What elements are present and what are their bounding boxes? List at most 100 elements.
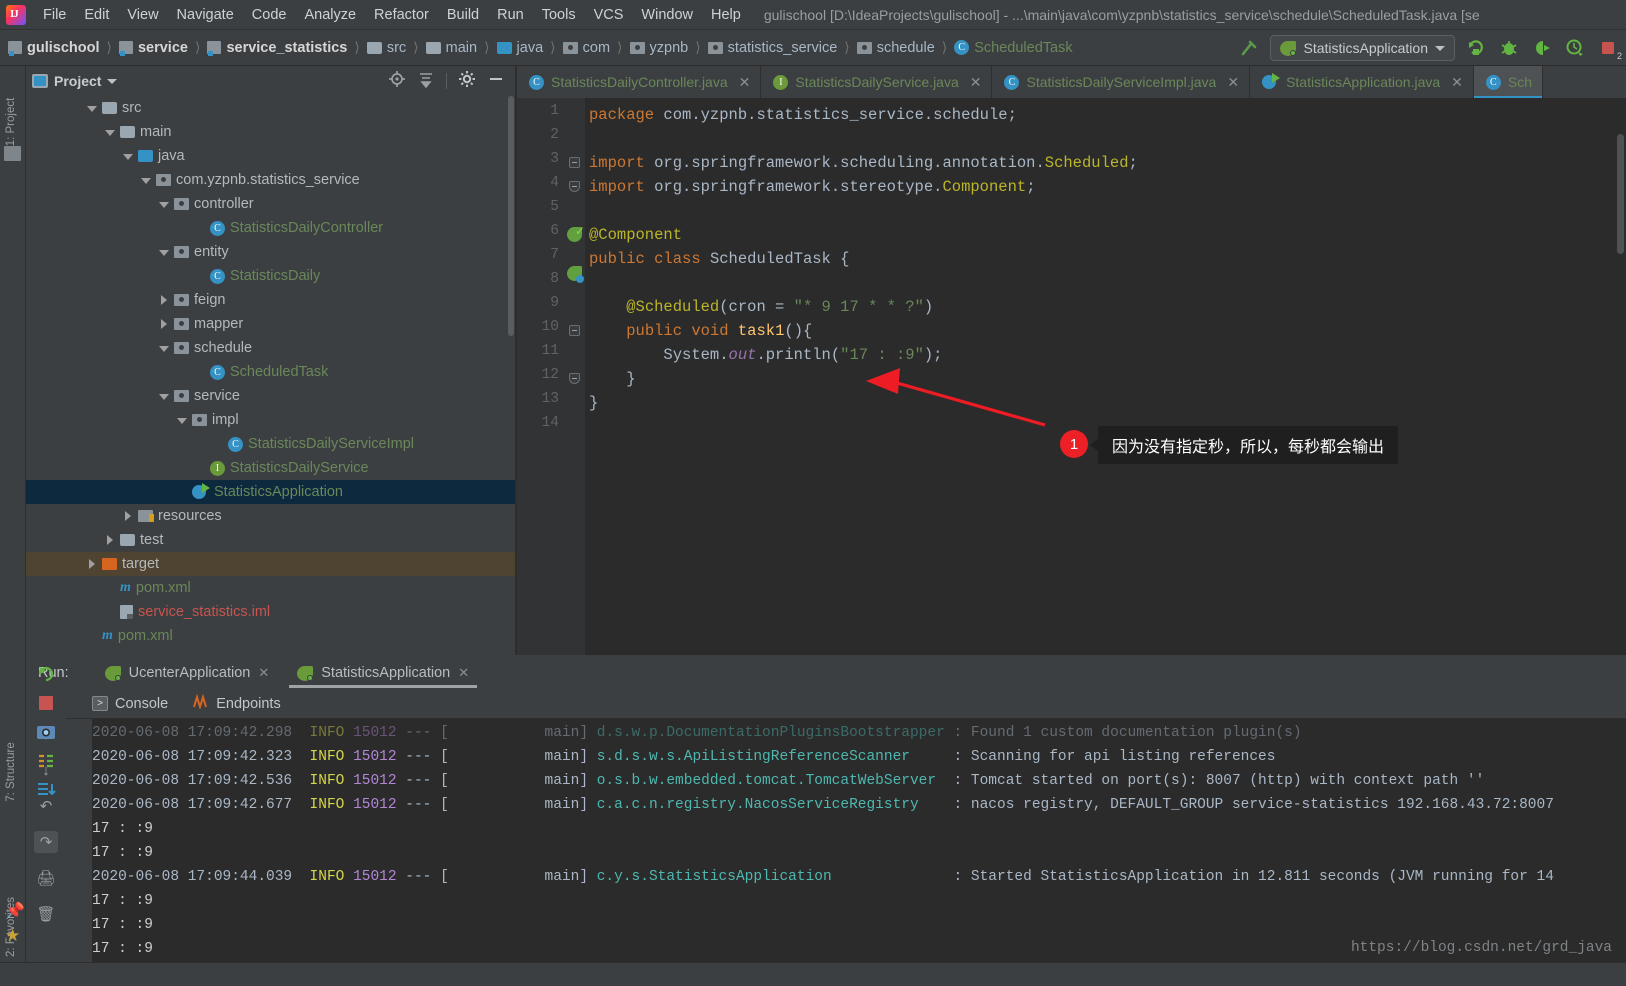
export-icon[interactable]: [33, 778, 59, 802]
close-icon[interactable]: ✕: [258, 665, 269, 681]
locate-icon[interactable]: [388, 70, 406, 93]
stop-icon[interactable]: [33, 691, 59, 715]
tree-node-schedule[interactable]: schedule: [26, 336, 515, 360]
profiler-icon[interactable]: [1563, 36, 1587, 60]
menu-tools[interactable]: Tools: [533, 5, 585, 25]
breadcrumb-com[interactable]: com: [562, 40, 610, 56]
tool-window-project[interactable]: 1: Project: [5, 91, 17, 153]
settings-gear-icon[interactable]: [458, 70, 476, 93]
code-line[interactable]: package com.yzpnb.statistics_service.sch…: [585, 103, 1626, 127]
tree-node-src[interactable]: src: [26, 96, 515, 120]
code-line[interactable]: }: [585, 391, 1626, 415]
tree-node-feign[interactable]: feign: [26, 288, 515, 312]
chevron-down-icon[interactable]: [122, 150, 135, 163]
tree-node-statisticsdailyserviceimpl[interactable]: C StatisticsDailyServiceImpl: [26, 432, 515, 456]
code-line[interactable]: [585, 127, 1626, 151]
code-editor[interactable]: 1 2 3 4 5 6 7 8 9 10 11 12 13 14 ✓ package com.yzpnb.s…: [517, 98, 1626, 655]
close-icon[interactable]: ✕: [739, 74, 751, 91]
console-output[interactable]: 2020-06-08 17:09:42.298 INFO 15012 --- […: [92, 719, 1626, 962]
menu-refactor[interactable]: Refactor: [365, 5, 438, 25]
code-line[interactable]: [585, 199, 1626, 223]
chevron-down-icon[interactable]: [158, 342, 171, 355]
chevron-down-icon[interactable]: [176, 414, 189, 427]
breadcrumb-service-statistics[interactable]: service_statistics: [207, 40, 347, 56]
breadcrumb-schedule[interactable]: schedule: [856, 40, 935, 56]
favorites-star-icon[interactable]: ★: [5, 926, 20, 946]
editor-tab-statisticsdailyservice-java[interactable]: I StatisticsDailyService.java ✕: [761, 66, 993, 98]
subtab-endpoints[interactable]: Endpoints: [192, 693, 281, 713]
menu-build[interactable]: Build: [438, 5, 488, 25]
menu-help[interactable]: Help: [702, 5, 750, 25]
tree-node-statisticsdaily[interactable]: C StatisticsDaily: [26, 264, 515, 288]
close-icon[interactable]: ✕: [970, 74, 982, 91]
tree-node-pom-xml[interactable]: m pom.xml: [26, 576, 515, 600]
tree-node-entity[interactable]: entity: [26, 240, 515, 264]
tree-node-test[interactable]: test: [26, 528, 515, 552]
code-content[interactable]: package com.yzpnb.statistics_service.sch…: [585, 98, 1626, 655]
pin-icon[interactable]: 📌: [5, 901, 25, 921]
breadcrumb-yzpnb[interactable]: yzpnb: [629, 40, 688, 56]
chevron-down-icon[interactable]: [158, 390, 171, 403]
close-icon[interactable]: ✕: [458, 665, 469, 681]
code-line[interactable]: [585, 271, 1626, 295]
chevron-down-icon[interactable]: [107, 78, 118, 84]
chevron-right-icon[interactable]: [86, 558, 99, 571]
spring-component-gutter-icon[interactable]: [567, 266, 584, 283]
code-line[interactable]: }: [585, 367, 1626, 391]
tool-window-structure[interactable]: 7: Structure: [5, 741, 17, 803]
tree-node-service-statistics-iml[interactable]: service_statistics.iml: [26, 600, 515, 624]
editor-tabs[interactable]: C StatisticsDailyController.java ✕ I Statist…: [517, 66, 1626, 98]
code-line[interactable]: import org.springframework.stereotype.Co…: [585, 175, 1626, 199]
code-line[interactable]: public void task1(){: [585, 319, 1626, 343]
breadcrumb-gulischool[interactable]: gulischool: [8, 40, 100, 56]
menu-file[interactable]: File: [34, 5, 75, 25]
editor-scrollbar[interactable]: [1617, 134, 1624, 254]
menu-navigate[interactable]: Navigate: [168, 5, 243, 25]
chevron-right-icon[interactable]: [158, 318, 171, 331]
menu-run[interactable]: Run: [488, 5, 533, 25]
code-fold-marker[interactable]: [569, 157, 580, 168]
code-line[interactable]: @Scheduled(cron = "* 9 17 * * ?"): [585, 295, 1626, 319]
debug-icon[interactable]: [1497, 36, 1521, 60]
tree-node-scheduledtask[interactable]: C ScheduledTask: [26, 360, 515, 384]
tree-node-com-yzpnb-statistics-service[interactable]: com.yzpnb.statistics_service: [26, 168, 515, 192]
menu-vcs[interactable]: VCS: [585, 5, 633, 25]
project-tool-icon[interactable]: [4, 146, 21, 161]
run-tab-statisticsapplication[interactable]: StatisticsApplication ✕: [283, 657, 483, 689]
run-tab-ucenterapplication[interactable]: UcenterApplication ✕: [91, 657, 284, 689]
tree-node-controller[interactable]: controller: [26, 192, 515, 216]
rerun-icon[interactable]: [33, 662, 59, 686]
collapse-all-icon[interactable]: [417, 70, 435, 93]
code-fold-marker[interactable]: [569, 325, 580, 336]
editor-tab-statisticsdailyserviceimpl-java[interactable]: C StatisticsDailyServiceImpl.java ✕: [992, 66, 1251, 98]
run-configuration-selector[interactable]: StatisticsApplication: [1270, 35, 1455, 61]
code-fold-marker[interactable]: [569, 181, 580, 192]
run-icon[interactable]: [1464, 36, 1488, 60]
spring-bean-gutter-icon[interactable]: ✓: [567, 224, 585, 242]
tree-node-service[interactable]: service: [26, 384, 515, 408]
project-tree-scrollbar[interactable]: [508, 96, 514, 336]
tree-node-statisticsapplication[interactable]: StatisticsApplication: [26, 480, 515, 504]
menu-edit[interactable]: Edit: [75, 5, 118, 25]
tree-node-mapper[interactable]: mapper: [26, 312, 515, 336]
editor-tab-statisticsdailycontroller-java[interactable]: C StatisticsDailyController.java ✕: [517, 66, 762, 98]
hide-minimize-icon[interactable]: [487, 70, 505, 93]
editor-tab-sch[interactable]: C Sch: [1473, 66, 1543, 98]
breadcrumb-statistics-service[interactable]: statistics_service: [707, 40, 837, 56]
chevron-down-icon[interactable]: [86, 102, 99, 115]
close-icon[interactable]: ✕: [1227, 74, 1239, 91]
tree-node-resources[interactable]: resources: [26, 504, 515, 528]
run-with-coverage-icon[interactable]: [1530, 36, 1554, 60]
tree-node-target[interactable]: target: [26, 552, 515, 576]
breadcrumb-src[interactable]: src: [366, 40, 406, 56]
close-icon[interactable]: ✕: [1451, 74, 1463, 91]
camera-icon[interactable]: [33, 720, 59, 744]
chevron-down-icon[interactable]: [158, 198, 171, 211]
tree-node-statisticsdailycontroller[interactable]: C StatisticsDailyController: [26, 216, 515, 240]
thread-dump-icon[interactable]: [33, 749, 59, 773]
build-hammer-icon[interactable]: [1237, 36, 1261, 60]
chevron-right-icon[interactable]: [104, 534, 117, 547]
chevron-right-icon[interactable]: [122, 510, 135, 523]
breadcrumb-java[interactable]: java: [496, 40, 543, 56]
tree-node-statisticsdailyservice[interactable]: I StatisticsDailyService: [26, 456, 515, 480]
